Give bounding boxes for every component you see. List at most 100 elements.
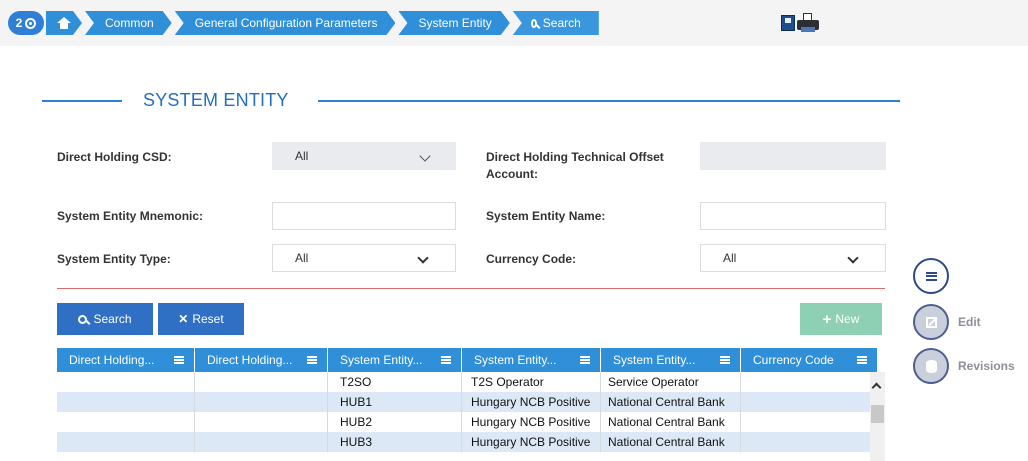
entity-type-label: System Entity Type: bbox=[57, 252, 171, 266]
top-bar: 2 Common General Configuration Parameter… bbox=[0, 0, 1028, 46]
column-menu-icon[interactable] bbox=[857, 356, 867, 364]
table-cell bbox=[57, 392, 195, 412]
title-rule-right bbox=[318, 100, 900, 102]
save-icon[interactable] bbox=[781, 15, 795, 31]
reset-button[interactable]: ✕ Reset bbox=[158, 303, 244, 335]
table-cell: T2SO bbox=[328, 372, 462, 392]
breadcrumb-label: Common bbox=[105, 16, 154, 30]
table-row[interactable]: HUB1 Hungary NCB Positive National Centr… bbox=[57, 392, 877, 412]
toolbar bbox=[781, 13, 819, 33]
column-header-label: System Entity... bbox=[340, 353, 423, 367]
print-icon[interactable] bbox=[797, 13, 819, 33]
table-cell bbox=[741, 392, 877, 412]
table-scrollbar[interactable] bbox=[870, 372, 885, 461]
edit-icon bbox=[925, 316, 937, 328]
table-cell bbox=[57, 412, 195, 432]
table-cell: Service Operator bbox=[601, 372, 741, 392]
edit-label: Edit bbox=[958, 315, 981, 329]
revisions-button[interactable] bbox=[913, 348, 949, 384]
column-header[interactable]: System Entity... bbox=[328, 348, 462, 372]
breadcrumb-search[interactable]: Search bbox=[512, 11, 599, 35]
mnemonic-input[interactable] bbox=[272, 202, 456, 230]
table-cell: Hungary NCB Positive bbox=[462, 432, 601, 452]
column-header[interactable]: Direct Holding... bbox=[57, 348, 195, 372]
select-value: All bbox=[295, 251, 309, 265]
mnemonic-label: System Entity Mnemonic: bbox=[57, 209, 204, 223]
column-header[interactable]: System Entity... bbox=[601, 348, 741, 372]
table-header: Direct Holding... Direct Holding... Syst… bbox=[57, 348, 877, 372]
breadcrumb: Common General Configuration Parameters … bbox=[46, 11, 602, 35]
direct-holding-csd-select[interactable]: All bbox=[272, 142, 456, 170]
search-button[interactable]: Search bbox=[57, 303, 153, 335]
reset-button-label: Reset bbox=[192, 312, 224, 326]
breadcrumb-system-entity[interactable]: System Entity bbox=[398, 11, 509, 35]
scrollbar-thumb[interactable] bbox=[871, 405, 884, 423]
breadcrumb-label: General Configuration Parameters bbox=[194, 16, 378, 30]
table-cell bbox=[195, 412, 328, 432]
column-header-label: Direct Holding... bbox=[69, 353, 155, 367]
home-icon bbox=[57, 17, 71, 29]
column-header-label: System Entity... bbox=[474, 353, 557, 367]
list-view-button[interactable] bbox=[913, 258, 949, 294]
edit-button[interactable] bbox=[913, 304, 949, 340]
table-cell bbox=[195, 392, 328, 412]
column-menu-icon[interactable] bbox=[580, 356, 590, 364]
chevron-up-icon[interactable] bbox=[871, 382, 882, 393]
eye-icon bbox=[25, 17, 37, 29]
direct-holding-offset-field bbox=[700, 142, 886, 170]
results-table: Direct Holding... Direct Holding... Syst… bbox=[57, 348, 887, 461]
chevron-down-icon bbox=[417, 252, 429, 264]
plus-icon: + bbox=[822, 310, 832, 328]
column-menu-icon[interactable] bbox=[174, 356, 184, 364]
entity-type-select[interactable]: All bbox=[272, 244, 456, 272]
breadcrumb-label: System Entity bbox=[418, 16, 492, 30]
table-cell: HUB1 bbox=[328, 392, 462, 412]
column-header-label: System Entity... bbox=[613, 353, 696, 367]
table-cell bbox=[741, 432, 877, 452]
table-cell bbox=[195, 432, 328, 452]
select-value: All bbox=[295, 149, 309, 163]
table-cell: HUB2 bbox=[328, 412, 462, 432]
breadcrumb-general-configuration[interactable]: General Configuration Parameters bbox=[175, 11, 396, 35]
column-menu-icon[interactable] bbox=[441, 356, 451, 364]
table-cell: Hungary NCB Positive bbox=[462, 412, 601, 432]
title-rule-left bbox=[42, 100, 122, 102]
new-button-label: New bbox=[835, 312, 860, 326]
table-row[interactable]: HUB3 Hungary NCB Positive National Centr… bbox=[57, 432, 877, 452]
table-cell bbox=[741, 412, 877, 432]
table-cell: T2S Operator bbox=[462, 372, 601, 392]
badge-count: 2 bbox=[15, 16, 23, 30]
new-button[interactable]: + New bbox=[800, 303, 882, 335]
column-header[interactable]: System Entity... bbox=[462, 348, 601, 372]
column-header[interactable]: Direct Holding... bbox=[195, 348, 328, 372]
form-divider bbox=[57, 288, 885, 289]
chevron-down-icon bbox=[847, 252, 859, 264]
table-cell bbox=[741, 372, 877, 392]
breadcrumb-home[interactable] bbox=[46, 11, 82, 35]
name-label: System Entity Name: bbox=[486, 209, 606, 223]
table-row[interactable]: T2SO T2S Operator Service Operator bbox=[57, 372, 877, 392]
table-row[interactable]: HUB2 Hungary NCB Positive National Centr… bbox=[57, 412, 877, 432]
chevron-down-icon bbox=[419, 150, 431, 162]
close-icon: ✕ bbox=[178, 312, 189, 326]
currency-code-select[interactable]: All bbox=[700, 244, 886, 272]
currency-code-label: Currency Code: bbox=[486, 252, 577, 266]
direct-holding-csd-label: Direct Holding CSD: bbox=[57, 150, 172, 164]
page-title: SYSTEM ENTITY bbox=[143, 90, 289, 110]
table-cell: HUB3 bbox=[328, 432, 462, 452]
direct-holding-offset-label: Direct Holding Technical Offset Account: bbox=[486, 150, 664, 181]
database-icon bbox=[925, 359, 937, 373]
column-menu-icon[interactable] bbox=[720, 356, 730, 364]
name-input[interactable] bbox=[700, 202, 886, 230]
column-header[interactable]: Currency Code bbox=[741, 348, 877, 372]
table-cell: National Central Bank bbox=[601, 392, 741, 412]
search-icon bbox=[530, 18, 537, 28]
table-cell: National Central Bank bbox=[601, 432, 741, 452]
column-header-label: Currency Code bbox=[753, 353, 834, 367]
breadcrumb-common[interactable]: Common bbox=[85, 11, 172, 35]
select-value: All bbox=[723, 251, 737, 265]
column-menu-icon[interactable] bbox=[307, 356, 317, 364]
table-cell bbox=[57, 432, 195, 452]
notification-badge[interactable]: 2 bbox=[8, 11, 44, 35]
breadcrumb-label: Search bbox=[542, 16, 581, 30]
